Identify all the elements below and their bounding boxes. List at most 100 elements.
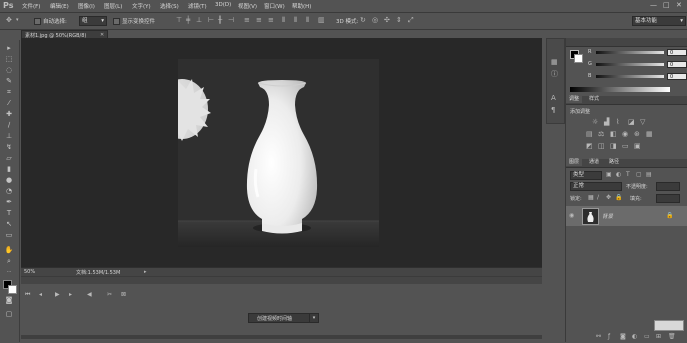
tab-layers[interactable]: 图层 <box>566 159 583 166</box>
selective-color-icon[interactable]: ▣ <box>634 143 641 150</box>
audio-icon[interactable]: ◀ <box>87 291 92 298</box>
maximize-button[interactable]: □ <box>663 1 670 9</box>
fill-field[interactable] <box>656 194 680 203</box>
character-icon[interactable]: A <box>551 95 556 102</box>
filter-smart-icon[interactable]: ▤ <box>646 171 652 178</box>
blend-mode-dropdown[interactable]: 正常 <box>570 182 622 191</box>
3d-slide-icon[interactable]: ⇕ <box>396 17 402 24</box>
delete-layer-icon[interactable]: 🗑 <box>668 333 676 340</box>
3d-scale-icon[interactable]: ⤢ <box>408 17 414 24</box>
background-color-swatch[interactable] <box>8 285 17 294</box>
path-select-tool-icon[interactable]: ↖ <box>4 220 14 229</box>
menu-3d[interactable]: 3D(D) <box>215 2 231 8</box>
move-tool-icon[interactable]: ▸ <box>4 44 14 53</box>
stamp-tool-icon[interactable]: ⊥ <box>4 132 14 141</box>
color-bg-swatch[interactable] <box>574 54 583 63</box>
hand-tool-icon[interactable]: ✋ <box>4 246 14 255</box>
distribute-vcenter-icon[interactable]: ≡ <box>256 17 262 24</box>
layer-style-icon[interactable]: ƒ <box>608 333 610 340</box>
auto-align-icon[interactable]: ▥ <box>318 17 325 24</box>
g-slider[interactable] <box>596 63 664 66</box>
align-left-icon[interactable]: ⊢ <box>208 17 214 24</box>
dodge-tool-icon[interactable]: ◔ <box>4 187 14 196</box>
r-value-field[interactable]: 0 <box>667 49 687 56</box>
menu-window[interactable]: 窗口(W) <box>264 2 285 10</box>
tab-channels[interactable]: 通道 <box>586 159 602 166</box>
close-window-button[interactable]: ✕ <box>676 1 682 9</box>
next-frame-icon[interactable]: ▸ <box>69 291 72 298</box>
document-image[interactable] <box>178 59 379 247</box>
channel-mixer-icon[interactable]: ⊛ <box>634 131 640 138</box>
menu-image[interactable]: 图像(I) <box>78 2 95 10</box>
b-value-field[interactable]: 0 <box>667 73 687 80</box>
blur-tool-icon[interactable]: ● <box>4 176 14 185</box>
g-value-field[interactable]: 0 <box>667 61 687 68</box>
new-layer-icon[interactable]: ⊞ <box>656 333 661 340</box>
brightness-icon[interactable]: ☼ <box>592 119 598 126</box>
lock-all-icon[interactable]: 🔒 <box>615 194 622 201</box>
exposure-icon[interactable]: ◪ <box>628 119 635 126</box>
workspace-dropdown[interactable]: 基本功能 ▾ <box>632 16 686 26</box>
menu-view[interactable]: 视图(V) <box>238 2 257 10</box>
filter-adjust-icon[interactable]: ◐ <box>616 171 621 178</box>
lock-brush-icon[interactable]: ∕ <box>597 194 599 201</box>
create-timeline-dropdown[interactable]: ▾ <box>309 313 319 323</box>
opacity-field[interactable] <box>656 182 680 191</box>
eyedropper-tool-icon[interactable]: ⁄ <box>4 99 14 108</box>
levels-icon[interactable]: ▟ <box>604 119 609 126</box>
layer-name[interactable]: 背景 <box>602 212 613 220</box>
zoom-level[interactable]: 50% <box>24 269 35 275</box>
tab-paths[interactable]: 路径 <box>606 159 622 166</box>
distribute-right-icon[interactable]: ⦀ <box>306 17 309 24</box>
3d-rotate-icon[interactable]: ↻ <box>360 17 366 24</box>
screen-mode-icon[interactable]: ▢ <box>4 310 14 319</box>
auto-select-dropdown[interactable]: 组 ▾ <box>79 16 107 26</box>
menu-edit[interactable]: 编辑(E) <box>50 2 69 10</box>
invert-icon[interactable]: ◩ <box>586 143 593 150</box>
type-tool-icon[interactable]: T <box>4 209 14 218</box>
black-white-icon[interactable]: ◧ <box>610 131 617 138</box>
r-slider[interactable] <box>596 51 664 54</box>
menu-select[interactable]: 选择(S) <box>160 2 179 10</box>
first-frame-icon[interactable]: ⏮ <box>25 291 30 298</box>
layer-kind-filter[interactable]: 类型 <box>570 171 602 180</box>
threshold-icon[interactable]: ◨ <box>610 143 617 150</box>
eraser-tool-icon[interactable]: ▱ <box>4 154 14 163</box>
status-menu-arrow-icon[interactable]: ▸ <box>144 269 147 276</box>
color-lookup-icon[interactable]: ▦ <box>646 131 653 138</box>
transition-icon[interactable]: ⊠ <box>121 291 126 298</box>
brush-tool-icon[interactable]: ∕ <box>4 121 14 130</box>
create-timeline-button[interactable]: 创建视频时间轴 <box>248 313 310 323</box>
shape-tool-icon[interactable]: ▭ <box>4 231 14 240</box>
distribute-top-icon[interactable]: ≡ <box>244 17 250 24</box>
menu-file[interactable]: 文件(F) <box>22 2 40 10</box>
align-hcenter-icon[interactable]: ╫ <box>218 17 222 24</box>
distribute-left-icon[interactable]: ⦀ <box>282 17 285 24</box>
color-ramp[interactable] <box>570 87 670 92</box>
split-icon[interactable]: ✂ <box>107 291 112 298</box>
quick-select-tool-icon[interactable]: ✎ <box>4 77 14 86</box>
lasso-tool-icon[interactable]: ◌ <box>4 66 14 75</box>
lock-pixels-icon[interactable]: ▦ <box>588 194 594 201</box>
menu-help[interactable]: 帮助(H) <box>292 2 311 10</box>
curves-icon[interactable]: ⌇ <box>616 119 619 126</box>
info-icon[interactable]: ⓘ <box>551 71 558 78</box>
minimize-button[interactable]: — <box>650 1 657 9</box>
quick-mask-icon[interactable]: ◙ <box>4 296 14 305</box>
filter-shape-icon[interactable]: ▢ <box>636 171 642 178</box>
visibility-eye-icon[interactable]: ◉ <box>569 212 574 219</box>
vibrance-icon[interactable]: ▽ <box>640 119 645 126</box>
auto-select-checkbox[interactable] <box>34 18 41 25</box>
layer-row-background[interactable]: ◉ 背景 🔒 <box>566 206 687 226</box>
move-tool-preset-icon[interactable]: ✥ <box>6 17 12 24</box>
align-right-icon[interactable]: ⊣ <box>228 17 234 24</box>
b-slider[interactable] <box>596 75 664 78</box>
distribute-hcenter-icon[interactable]: ⦀ <box>294 17 297 24</box>
marquee-tool-icon[interactable]: ⬚ <box>4 55 14 64</box>
add-mask-icon[interactable]: ◙ <box>620 333 626 340</box>
history-icon[interactable]: ▦ <box>551 59 558 66</box>
posterize-icon[interactable]: ◫ <box>598 143 605 150</box>
more-tools-icon[interactable]: ··· <box>4 268 14 277</box>
color-balance-icon[interactable]: ⚖ <box>598 131 604 138</box>
3d-roll-icon[interactable]: ◎ <box>372 17 378 24</box>
